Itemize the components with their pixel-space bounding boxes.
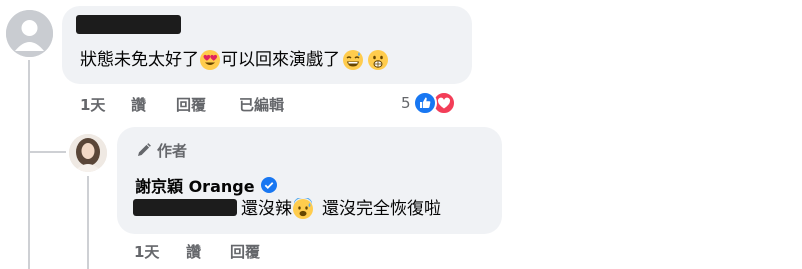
heart-eyes-emoji-icon	[200, 50, 220, 70]
pencil-icon	[138, 143, 151, 156]
comment-text-part1: 狀態未免太好了	[80, 50, 199, 70]
reply-button[interactable]: 回覆	[176, 94, 206, 115]
reply-bubble: 作者 謝京穎 Orange 還沒辣 還沒完全恢復啦	[117, 127, 502, 234]
commenter-avatar[interactable]	[6, 10, 53, 57]
thread-line-vertical	[28, 60, 30, 269]
reply-reply-button[interactable]: 回覆	[230, 241, 260, 262]
comment-bubble: 狀態未免太好了 可以回來演戲了	[62, 6, 472, 84]
like-button[interactable]: 讚	[131, 94, 146, 115]
author-badge: 作者	[135, 140, 187, 161]
reply-like-button[interactable]: 讚	[186, 241, 201, 262]
comment-text-part2: 可以回來演戲了	[221, 50, 340, 70]
author-badge-label: 作者	[157, 142, 188, 160]
reply-timestamp[interactable]: 1天	[134, 241, 159, 262]
grimacing-emoji-icon	[368, 50, 388, 70]
author-name: 謝京穎 Orange	[135, 177, 255, 196]
reply-text-part1: 還沒辣	[241, 199, 292, 219]
reaction-summary[interactable]: 5	[401, 91, 456, 115]
profile-photo-icon	[69, 134, 107, 172]
like-reaction-icon	[412, 91, 437, 115]
thread-line-branch	[28, 151, 66, 153]
comment-timestamp[interactable]: 1天	[80, 94, 105, 115]
comment-text: 狀態未免太好了 可以回來演戲了	[80, 49, 389, 71]
grinning-sweat-emoji-icon	[343, 50, 363, 70]
reply-text-part2: 還沒完全恢復啦	[322, 199, 441, 219]
edited-label[interactable]: 已編輯	[239, 94, 284, 115]
anxious-sweat-emoji-icon	[293, 198, 313, 219]
reaction-count: 5	[401, 94, 411, 112]
author-avatar[interactable]	[69, 134, 107, 172]
reply-text: 還沒辣 還沒完全恢復啦	[241, 198, 441, 220]
redacted-mention	[133, 199, 237, 216]
verified-badge-icon	[260, 177, 277, 193]
author-name-link[interactable]: 謝京穎 Orange	[135, 173, 277, 197]
thread-line-reply	[87, 176, 89, 269]
redacted-commenter-name	[76, 15, 181, 34]
default-avatar-icon	[6, 10, 53, 57]
